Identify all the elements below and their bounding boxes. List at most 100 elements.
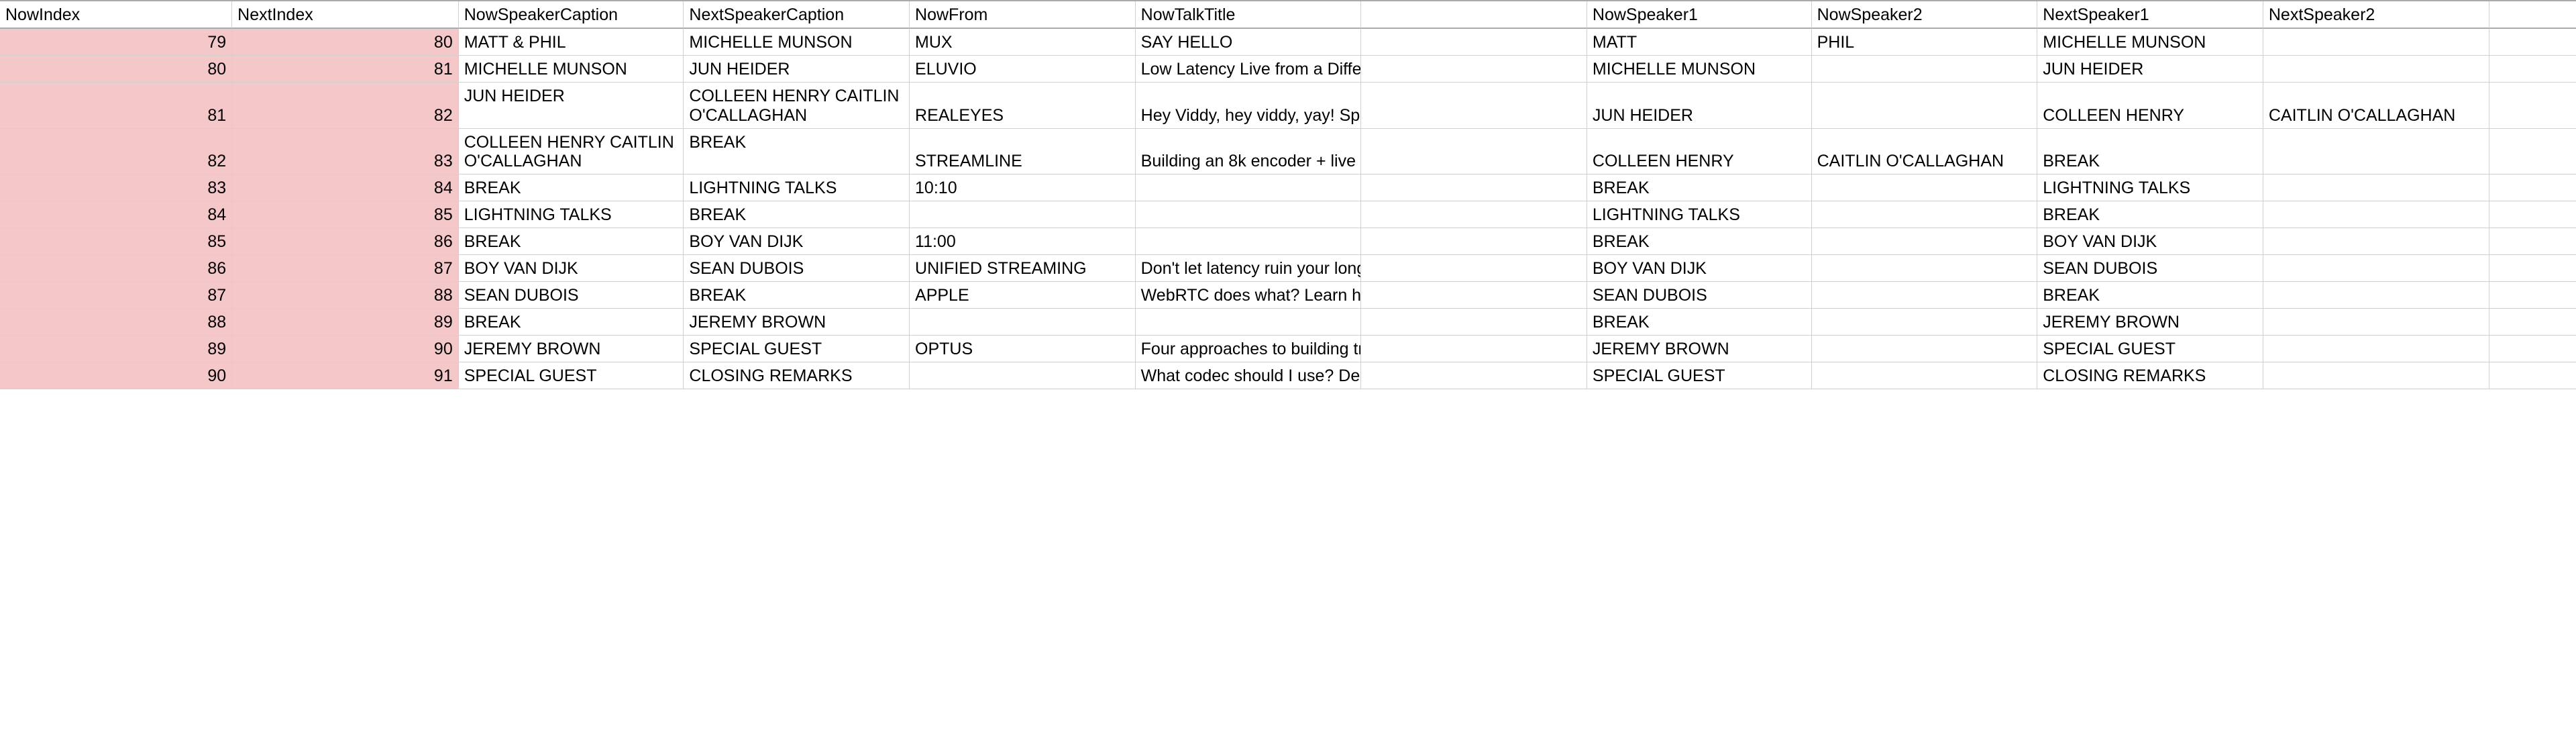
cell-NowSpeakerCaption[interactable]: BOY VAN DIJK: [459, 255, 684, 282]
cell-tail[interactable]: [2489, 362, 2576, 389]
cell-NextIndex[interactable]: 85: [232, 201, 459, 228]
cell-NextSpeaker1[interactable]: SPECIAL GUEST: [2037, 336, 2263, 362]
cell-NowSpeaker1[interactable]: BREAK: [1587, 174, 1812, 201]
cell-NextSpeaker2[interactable]: [2263, 29, 2489, 56]
cell-NextSpeaker2[interactable]: [2263, 228, 2489, 255]
cell-NextIndex[interactable]: 80: [232, 29, 459, 56]
cell-tail[interactable]: [2489, 255, 2576, 282]
cell-NowTalkTitle[interactable]: SAY HELLO: [1136, 29, 1362, 56]
cell-NextIndex[interactable]: 91: [232, 362, 459, 389]
column-header[interactable]: NowTalkTitle: [1136, 1, 1362, 29]
cell-NextSpeaker1[interactable]: JUN HEIDER: [2037, 56, 2263, 83]
cell-blank[interactable]: [1361, 362, 1587, 389]
cell-blank[interactable]: [1361, 83, 1587, 129]
cell-NextSpeakerCaption[interactable]: BREAK: [684, 201, 910, 228]
cell-NextSpeaker2[interactable]: [2263, 201, 2489, 228]
cell-NextSpeaker2[interactable]: [2263, 174, 2489, 201]
cell-NextIndex[interactable]: 89: [232, 309, 459, 336]
cell-tail[interactable]: [2489, 83, 2576, 129]
cell-blank[interactable]: [1361, 282, 1587, 309]
cell-NowSpeaker1[interactable]: BOY VAN DIJK: [1587, 255, 1812, 282]
cell-NowIndex[interactable]: 90: [0, 362, 232, 389]
cell-NextSpeaker1[interactable]: MICHELLE MUNSON: [2037, 29, 2263, 56]
column-header[interactable]: [1361, 1, 1587, 29]
cell-NextSpeaker1[interactable]: BREAK: [2037, 282, 2263, 309]
column-header[interactable]: NextIndex: [232, 1, 459, 29]
cell-NowFrom[interactable]: ELUVIO: [910, 56, 1136, 83]
cell-blank[interactable]: [1361, 29, 1587, 56]
cell-NowSpeaker2[interactable]: PHIL: [1812, 29, 2038, 56]
cell-NowTalkTitle[interactable]: [1136, 201, 1362, 228]
cell-NowIndex[interactable]: 89: [0, 336, 232, 362]
cell-NowTalkTitle[interactable]: [1136, 228, 1362, 255]
cell-NowFrom[interactable]: MUX: [910, 29, 1136, 56]
cell-NextSpeakerCaption[interactable]: COLLEEN HENRY CAITLIN O'CALLAGHAN: [684, 83, 910, 129]
column-header[interactable]: NextSpeakerCaption: [684, 1, 910, 29]
cell-NowSpeaker1[interactable]: COLLEEN HENRY: [1587, 129, 1812, 175]
cell-NextIndex[interactable]: 86: [232, 228, 459, 255]
cell-blank[interactable]: [1361, 174, 1587, 201]
column-header[interactable]: [2489, 1, 2576, 29]
cell-NowSpeaker1[interactable]: LIGHTNING TALKS: [1587, 201, 1812, 228]
cell-NowTalkTitle[interactable]: Don't let latency ruin your longtail:: [1136, 255, 1362, 282]
cell-NowTalkTitle[interactable]: [1136, 174, 1362, 201]
cell-NowSpeaker2[interactable]: [1812, 255, 2038, 282]
cell-NowSpeaker1[interactable]: SPECIAL GUEST: [1587, 362, 1812, 389]
cell-NowTalkTitle[interactable]: Hey Viddy, hey viddy, yay! Speak l: [1136, 83, 1362, 129]
cell-NextIndex[interactable]: 82: [232, 83, 459, 129]
cell-tail[interactable]: [2489, 228, 2576, 255]
cell-NowSpeakerCaption[interactable]: COLLEEN HENRY CAITLIN O'CALLAGHAN: [459, 129, 684, 175]
cell-blank[interactable]: [1361, 56, 1587, 83]
cell-NowSpeaker2[interactable]: [1812, 309, 2038, 336]
cell-NowSpeaker1[interactable]: BREAK: [1587, 309, 1812, 336]
cell-NowFrom[interactable]: REALEYES: [910, 83, 1136, 129]
cell-NowFrom[interactable]: [910, 362, 1136, 389]
cell-NowSpeakerCaption[interactable]: JUN HEIDER: [459, 83, 684, 129]
cell-NextSpeaker2[interactable]: [2263, 309, 2489, 336]
cell-NowFrom[interactable]: 10:10: [910, 174, 1136, 201]
cell-blank[interactable]: [1361, 309, 1587, 336]
cell-NextSpeaker1[interactable]: LIGHTNING TALKS: [2037, 174, 2263, 201]
cell-NextSpeaker2[interactable]: [2263, 336, 2489, 362]
column-header[interactable]: NowFrom: [910, 1, 1136, 29]
column-header[interactable]: NowSpeaker1: [1587, 1, 1812, 29]
column-header[interactable]: NextSpeaker2: [2263, 1, 2489, 29]
cell-NextSpeaker2[interactable]: [2263, 255, 2489, 282]
cell-NextIndex[interactable]: 81: [232, 56, 459, 83]
cell-NowSpeaker2[interactable]: [1812, 174, 2038, 201]
cell-NowTalkTitle[interactable]: Building an 8k encoder + live strea: [1136, 129, 1362, 175]
cell-NowSpeakerCaption[interactable]: BREAK: [459, 309, 684, 336]
cell-NowTalkTitle[interactable]: WebRTC does what? Learn how ro: [1136, 282, 1362, 309]
cell-NextSpeaker1[interactable]: BREAK: [2037, 129, 2263, 175]
cell-tail[interactable]: [2489, 336, 2576, 362]
cell-NowFrom[interactable]: OPTUS: [910, 336, 1136, 362]
cell-NowIndex[interactable]: 83: [0, 174, 232, 201]
cell-NowSpeakerCaption[interactable]: SEAN DUBOIS: [459, 282, 684, 309]
cell-NowSpeaker1[interactable]: SEAN DUBOIS: [1587, 282, 1812, 309]
cell-NowFrom[interactable]: [910, 309, 1136, 336]
cell-NowSpeaker2[interactable]: [1812, 56, 2038, 83]
cell-NextSpeakerCaption[interactable]: BOY VAN DIJK: [684, 228, 910, 255]
cell-NowFrom[interactable]: UNIFIED STREAMING: [910, 255, 1136, 282]
cell-blank[interactable]: [1361, 336, 1587, 362]
cell-NowIndex[interactable]: 79: [0, 29, 232, 56]
cell-NowSpeaker2[interactable]: CAITLIN O'CALLAGHAN: [1812, 129, 2038, 175]
cell-NextIndex[interactable]: 83: [232, 129, 459, 175]
cell-tail[interactable]: [2489, 29, 2576, 56]
cell-tail[interactable]: [2489, 282, 2576, 309]
cell-tail[interactable]: [2489, 129, 2576, 175]
cell-NowSpeaker2[interactable]: [1812, 362, 2038, 389]
cell-NowIndex[interactable]: 85: [0, 228, 232, 255]
cell-NextIndex[interactable]: 90: [232, 336, 459, 362]
cell-NowIndex[interactable]: 87: [0, 282, 232, 309]
cell-NextSpeaker2[interactable]: CAITLIN O'CALLAGHAN: [2263, 83, 2489, 129]
cell-NowSpeaker2[interactable]: [1812, 228, 2038, 255]
cell-NowSpeaker1[interactable]: MICHELLE MUNSON: [1587, 56, 1812, 83]
cell-tail[interactable]: [2489, 56, 2576, 83]
cell-NowSpeaker1[interactable]: JEREMY BROWN: [1587, 336, 1812, 362]
column-header[interactable]: NowSpeakerCaption: [459, 1, 684, 29]
cell-tail[interactable]: [2489, 174, 2576, 201]
cell-NowSpeakerCaption[interactable]: BREAK: [459, 174, 684, 201]
cell-NowSpeaker2[interactable]: [1812, 336, 2038, 362]
cell-NowSpeakerCaption[interactable]: SPECIAL GUEST: [459, 362, 684, 389]
